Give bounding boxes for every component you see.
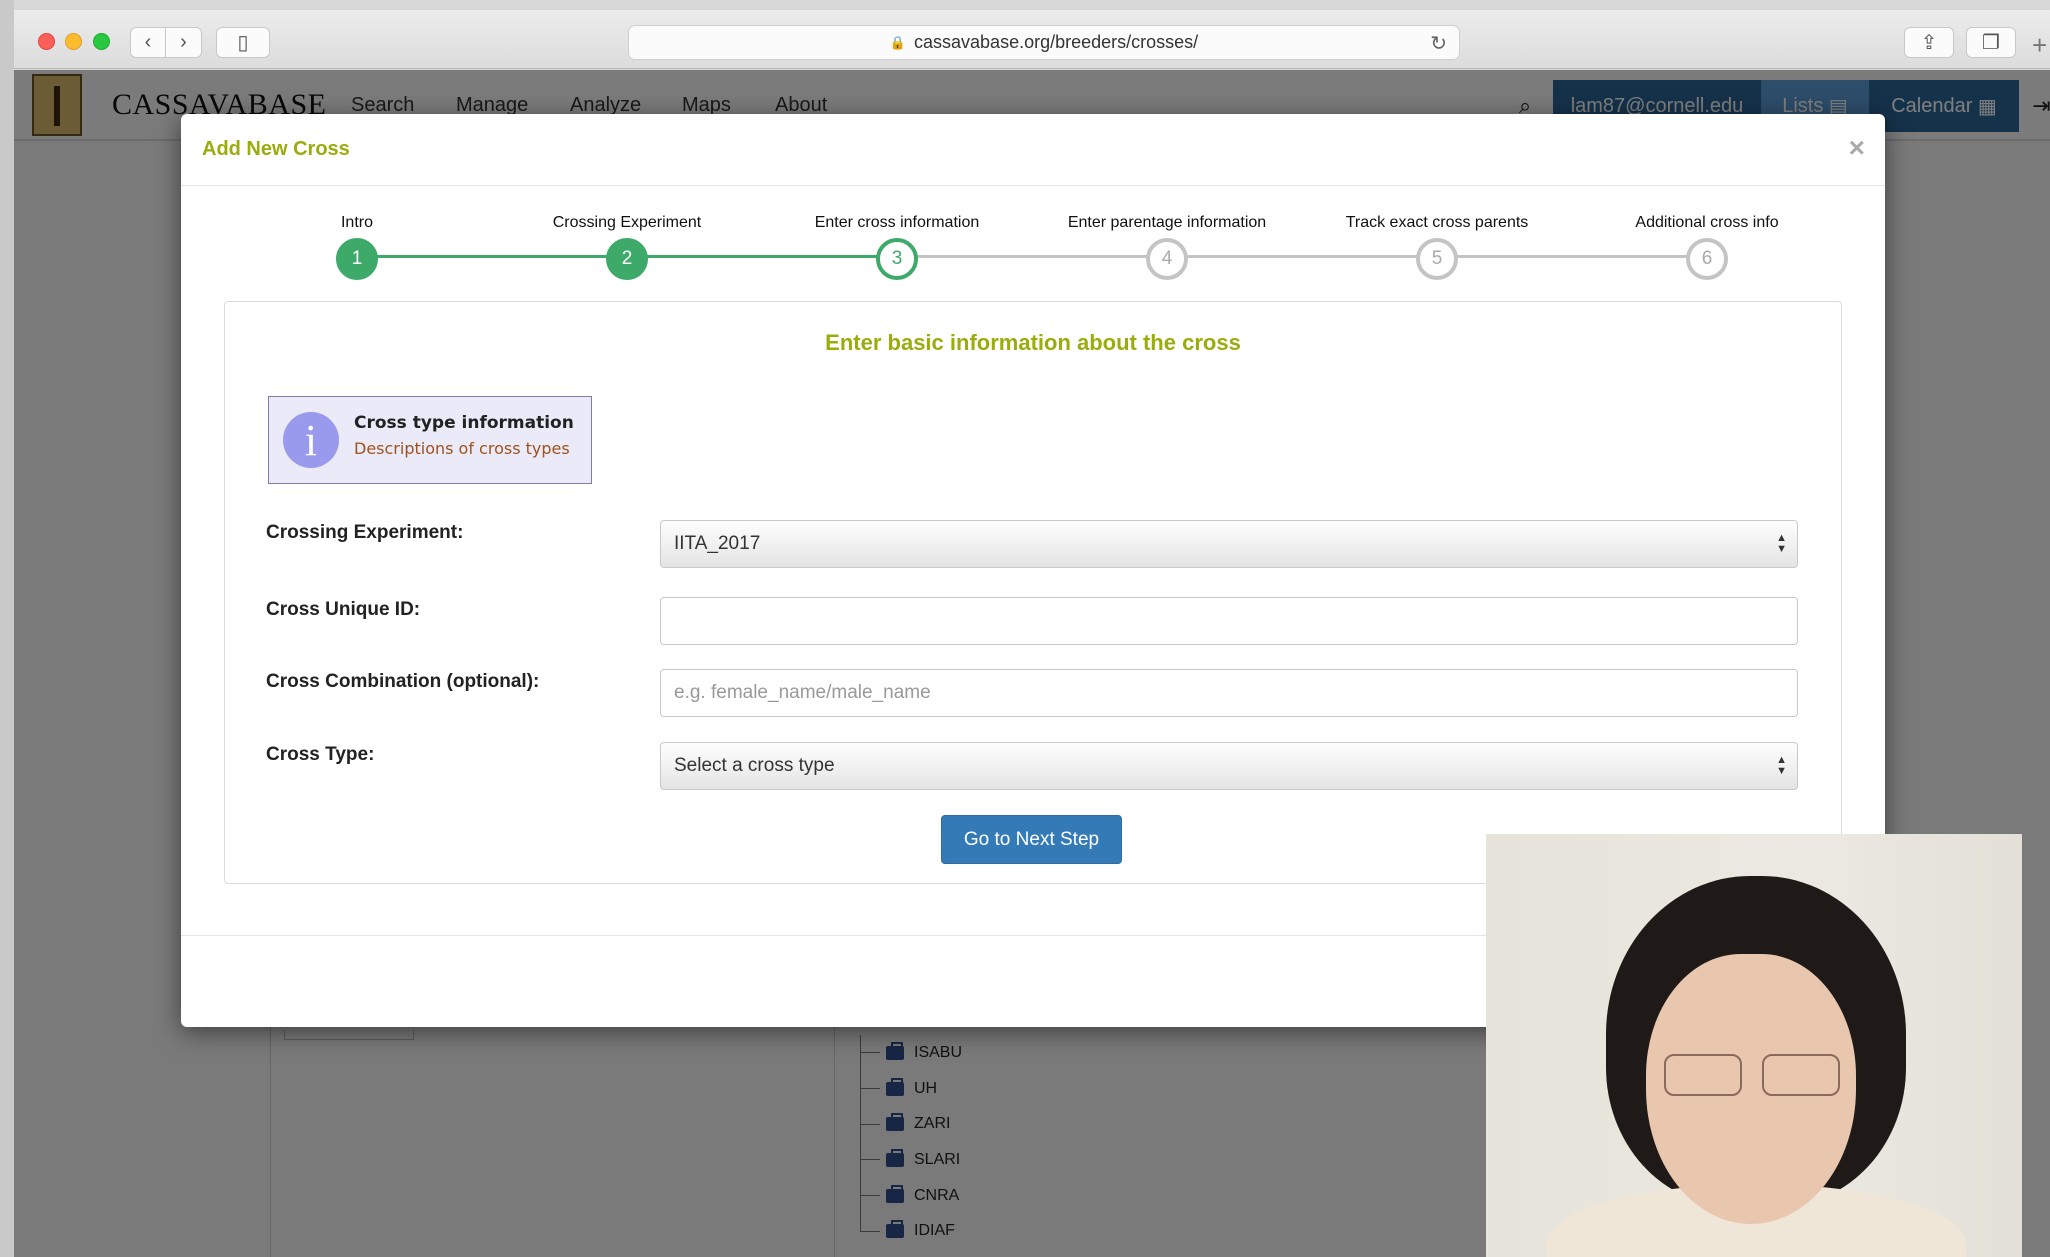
modal-title: Add New Cross [202, 138, 350, 160]
chevron-left-icon: ‹ [144, 31, 152, 53]
window-minimize-button[interactable] [65, 33, 82, 50]
step-label-track-exact-cross-parents: Track exact cross parents [1345, 214, 1529, 231]
tabs-icon: ❐ [1982, 32, 2000, 54]
select-arrows-icon: ▲ ▼ [1776, 532, 1787, 555]
tab-overview-button[interactable]: ❐ [1966, 27, 2016, 58]
modal-header: Add New Cross × [181, 114, 1885, 186]
crossing-experiment-select[interactable]: IITA_2017 ▲ ▼ [660, 520, 1798, 568]
step-2-circle[interactable]: 2 [606, 238, 648, 280]
window-maximize-button[interactable] [93, 33, 110, 50]
close-icon[interactable]: × [1849, 132, 1865, 164]
cross-combination-placeholder: e.g. female_name/male_name [674, 682, 931, 703]
left-gutter [0, 0, 14, 1257]
step-label-intro: Intro [340, 214, 373, 231]
step-label-additional-cross-info: Additional cross info [1635, 214, 1779, 231]
url-text: cassavabase.org/breeders/crosses/ [914, 32, 1199, 52]
step-5-circle[interactable]: 5 [1416, 238, 1458, 280]
share-icon: ⇪ [1920, 32, 1938, 54]
cross-type-select[interactable]: Select a cross type ▲ ▼ [660, 742, 1798, 790]
window-close-button[interactable] [38, 33, 55, 50]
cross-info-panel [224, 301, 1842, 884]
new-tab-icon[interactable]: + [2032, 30, 2047, 61]
browser-toolbar: ‹ › ▯ 🔒 cassavabase.org/breeders/crosses… [14, 10, 2050, 69]
cross-type-info-box[interactable]: i Cross type information Descriptions of… [268, 396, 592, 484]
cross-combination-label: Cross Combination (optional): [266, 671, 540, 692]
step-1-circle[interactable]: 1 [336, 238, 378, 280]
step-4-circle[interactable]: 4 [1146, 238, 1188, 280]
sidebar-toggle-button[interactable]: ▯ [216, 27, 270, 58]
cross-type-label: Cross Type: [266, 744, 375, 765]
stepper-remaining-line [897, 255, 1707, 258]
section-heading: Enter basic information about the cross [825, 330, 1241, 355]
info-box-title: Cross type information [354, 413, 574, 433]
back-button[interactable]: ‹ [130, 27, 166, 58]
chevron-right-icon: › [180, 31, 187, 53]
info-icon: i [283, 412, 339, 468]
share-button[interactable]: ⇪ [1904, 27, 1954, 58]
step-3-circle[interactable]: 3 [876, 238, 918, 280]
go-to-next-step-button[interactable]: Go to Next Step [941, 815, 1122, 864]
screen: ‹ › ▯ 🔒 cassavabase.org/breeders/crosses… [0, 0, 2050, 1257]
sidebar-icon: ▯ [237, 32, 249, 54]
reload-icon[interactable]: ↻ [1430, 31, 1447, 56]
select-arrows-icon: ▲ ▼ [1776, 754, 1787, 777]
cross-combination-input[interactable]: e.g. female_name/male_name [660, 669, 1798, 717]
lock-icon: 🔒 [889, 34, 907, 50]
step-label-enter-cross-information: Enter cross information [814, 214, 980, 231]
crossing-experiment-value: IITA_2017 [674, 533, 761, 554]
glasses-icon [1664, 1054, 1742, 1096]
forward-button[interactable]: › [166, 27, 202, 58]
step-label-enter-parentage-information: Enter parentage information [1067, 214, 1267, 231]
cross-unique-id-label: Cross Unique ID: [266, 599, 421, 620]
step-6-circle[interactable]: 6 [1686, 238, 1728, 280]
webcam-video-overlay [1486, 834, 2022, 1257]
glasses-icon [1762, 1054, 1840, 1096]
cross-type-descriptions-link[interactable]: Descriptions of cross types [354, 439, 570, 458]
cross-unique-id-input[interactable] [660, 597, 1798, 645]
cross-type-value: Select a cross type [674, 755, 835, 776]
url-bar[interactable]: 🔒 cassavabase.org/breeders/crosses/ ↻ [628, 25, 1460, 60]
crossing-experiment-label: Crossing Experiment: [266, 522, 464, 543]
step-label-crossing-experiment: Crossing Experiment [552, 214, 702, 231]
